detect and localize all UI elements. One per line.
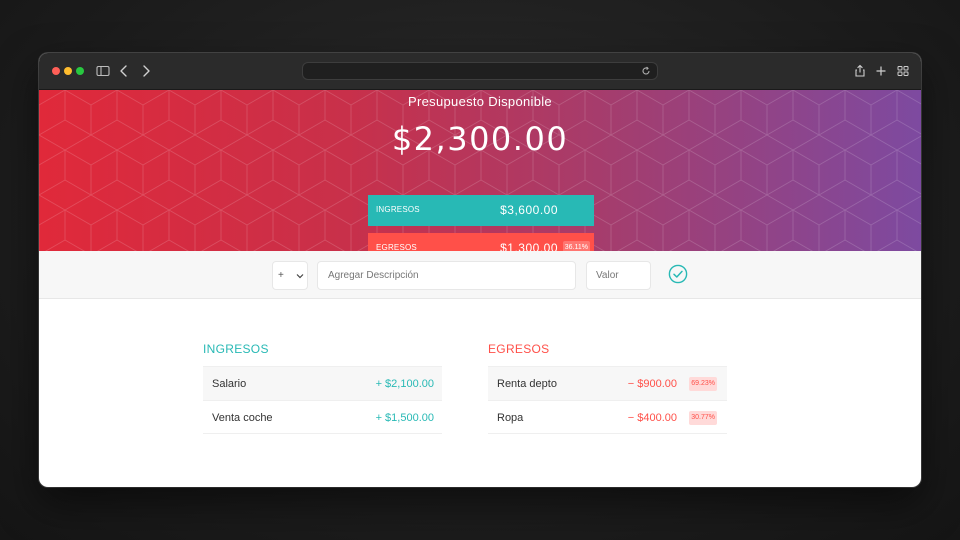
budget-header: Presupuesto Disponible $2,300.00 xyxy=(39,90,921,251)
income-item-description: Venta coche xyxy=(212,412,273,424)
expense-item-percentage: 69.23% xyxy=(689,377,717,391)
income-item[interactable]: Salario + $2,100.00 xyxy=(203,366,442,400)
add-entry-bar: + Agregar Descripción Valor xyxy=(39,251,921,299)
forward-icon[interactable] xyxy=(138,63,154,79)
zoom-window-button[interactable] xyxy=(76,67,84,75)
sidebar-icon[interactable] xyxy=(95,63,111,79)
expense-rows: Renta depto − $900.00 69.23% Ropa − $400… xyxy=(488,366,727,434)
address-bar[interactable] xyxy=(302,62,658,80)
budget-title: Presupuesto Disponible xyxy=(408,94,552,109)
reload-icon[interactable] xyxy=(641,66,651,76)
income-summary: INGRESOS $3,600.00 xyxy=(368,195,594,226)
income-rows: Salario + $2,100.00 Venta coche + $1,500… xyxy=(203,366,442,434)
back-icon[interactable] xyxy=(116,63,132,79)
expense-item-description: Ropa xyxy=(497,412,524,424)
browser-toolbar xyxy=(39,53,921,90)
check-circle-icon[interactable] xyxy=(668,264,688,284)
income-summary-value: $3,600.00 xyxy=(500,203,558,217)
income-item-amount: + $2,100.00 xyxy=(375,378,434,390)
expense-item-amount: − $900.00 xyxy=(627,378,677,390)
expense-item-percentage: 30.77% xyxy=(689,411,717,425)
expense-item[interactable]: Ropa − $400.00 30.77% xyxy=(488,400,727,434)
expense-item-description: Renta depto xyxy=(497,378,557,390)
tabs-overview-icon[interactable] xyxy=(895,63,911,79)
hexagon-pattern xyxy=(39,90,921,251)
income-list-title: INGRESOS xyxy=(203,342,269,356)
expense-list: EGRESOS Renta depto − $900.00 69.23% Rop… xyxy=(488,342,727,434)
type-select-value: + xyxy=(278,270,284,281)
expense-item[interactable]: Renta depto − $900.00 69.23% xyxy=(488,366,727,400)
description-input[interactable]: Agregar Descripción xyxy=(317,261,576,290)
new-tab-icon[interactable] xyxy=(873,63,889,79)
budget-amount: $2,300.00 xyxy=(391,120,569,158)
income-summary-label: INGRESOS xyxy=(376,205,420,214)
income-item-amount: + $1,500.00 xyxy=(375,412,434,424)
expense-item-amount: − $400.00 xyxy=(627,412,677,424)
income-item-description: Salario xyxy=(212,378,247,390)
close-window-button[interactable] xyxy=(52,67,60,75)
browser-window: Presupuesto Disponible $2,300.00 INGRESO… xyxy=(39,53,921,487)
income-list: INGRESOS Salario + $2,100.00 Venta coche… xyxy=(203,342,442,434)
minimize-window-button[interactable] xyxy=(64,67,72,75)
value-input[interactable]: Valor xyxy=(586,261,651,290)
share-icon[interactable] xyxy=(852,63,868,79)
type-select[interactable]: + xyxy=(272,261,308,290)
chevron-down-icon xyxy=(296,274,304,279)
expense-list-title: EGRESOS xyxy=(488,342,550,356)
income-item[interactable]: Venta coche + $1,500.00 xyxy=(203,400,442,434)
